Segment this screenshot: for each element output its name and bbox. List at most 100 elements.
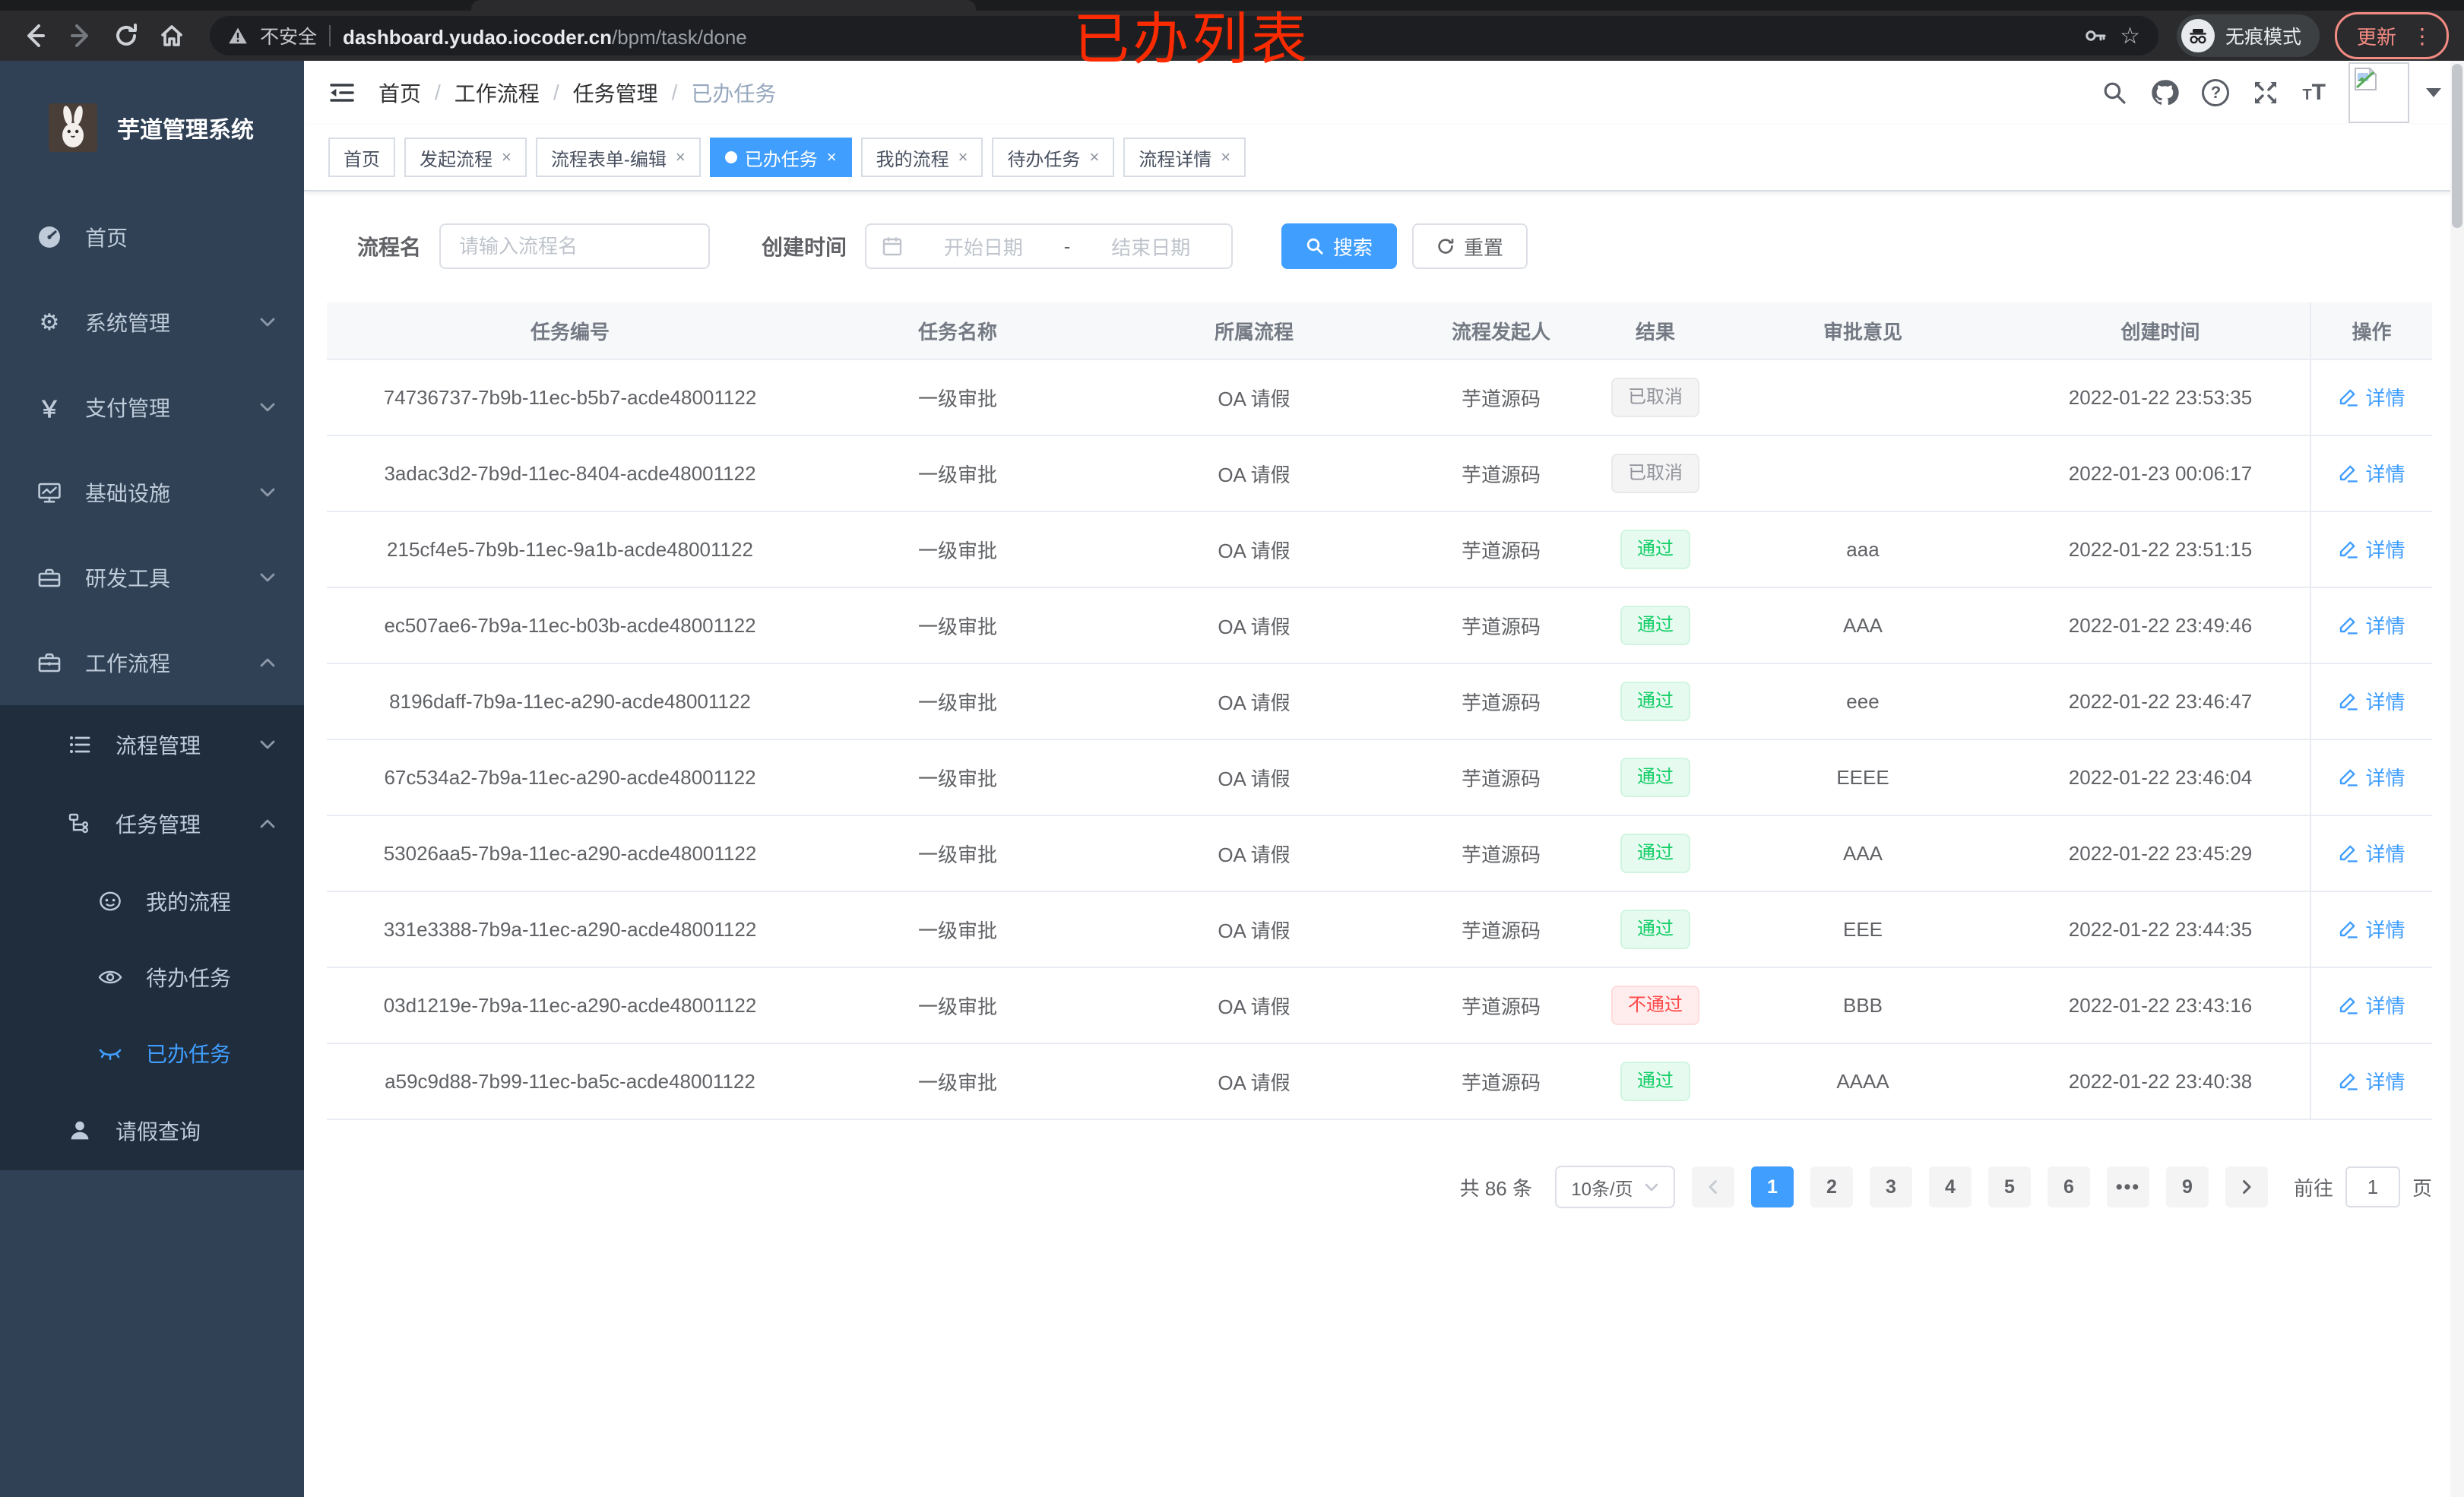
sidebar-item-workflow[interactable]: 工作流程 [0, 620, 304, 705]
end-date-placeholder[interactable]: 结束日期 [1085, 233, 1216, 261]
github-icon[interactable] [2150, 78, 2180, 107]
page-button-2[interactable]: 2 [1810, 1166, 1853, 1207]
page-button-4[interactable]: 4 [1928, 1166, 1972, 1207]
process-name-label: 流程名 [357, 236, 422, 259]
page-size-select[interactable]: 10条/页 [1554, 1166, 1675, 1208]
font-size-icon[interactable]: TT [2302, 80, 2326, 106]
detail-link[interactable]: 详情 [2338, 383, 2405, 411]
bookmark-star-icon[interactable]: ☆ [2120, 23, 2140, 49]
table-row: 74736737-7b9b-11ec-b5b7-acde48001122 一级审… [327, 359, 2432, 436]
sidebar-item-done-tasks[interactable]: 已办任务 [0, 1015, 304, 1091]
tab-todo-tasks[interactable]: 待办任务 × [992, 138, 1115, 177]
sidebar-item-my-process[interactable]: 我的流程 [0, 863, 304, 939]
sidebar-item-todo-tasks[interactable]: 待办任务 [0, 939, 304, 1015]
sidebar-item-process-mgmt[interactable]: 流程管理 [0, 705, 304, 784]
key-icon[interactable] [2083, 24, 2108, 48]
tab-home[interactable]: 首页 [328, 138, 395, 177]
close-icon[interactable]: × [1089, 147, 1099, 167]
chevron-down-icon [258, 398, 277, 416]
sidebar-item-label: 研发工具 [85, 567, 171, 590]
search-button[interactable]: 搜索 [1281, 223, 1398, 269]
detail-link[interactable]: 详情 [2338, 839, 2405, 867]
detail-link[interactable]: 详情 [2338, 915, 2405, 943]
avatar-caret-icon[interactable] [2426, 88, 2441, 97]
cell-process: OA 请假 [1102, 663, 1406, 740]
update-label[interactable]: 更新 [2357, 22, 2396, 50]
sidebar-item-label: 首页 [85, 226, 128, 250]
cell-create-time: 2022-01-22 23:46:04 [2011, 739, 2310, 816]
help-icon[interactable]: ? [2202, 79, 2230, 106]
scrollbar-thumb[interactable] [2452, 64, 2462, 228]
start-date-placeholder[interactable]: 开始日期 [918, 233, 1049, 261]
cell-task-name: 一级审批 [813, 815, 1102, 892]
sidebar-item-payment[interactable]: ￥ 支付管理 [0, 365, 304, 450]
breadcrumb-item-workflow[interactable]: 工作流程 [454, 78, 540, 108]
page-scrollbar[interactable] [2450, 61, 2464, 1497]
back-icon[interactable] [15, 16, 55, 55]
detail-link[interactable]: 详情 [2338, 611, 2405, 639]
toolbox-icon [36, 565, 62, 590]
page-button-1[interactable]: 1 [1750, 1166, 1794, 1207]
tab-start-process[interactable]: 发起流程 × [404, 138, 527, 177]
status-badge: 通过 [1620, 530, 1690, 569]
avatar[interactable] [2348, 62, 2409, 123]
sidebar-collapse-icon[interactable] [327, 78, 357, 108]
next-page-button[interactable] [2225, 1166, 2268, 1207]
url-path[interactable]: /bpm/task/done [612, 26, 747, 49]
date-range-picker[interactable]: 开始日期 - 结束日期 [865, 223, 1234, 269]
detail-link[interactable]: 详情 [2338, 991, 2405, 1019]
detail-link[interactable]: 详情 [2338, 687, 2405, 715]
security-label[interactable]: 不安全 [260, 22, 317, 49]
sidebar-item-infrastructure[interactable]: 基础设施 [0, 450, 304, 535]
page-button-5[interactable]: 5 [1987, 1166, 2031, 1207]
sidebar-item-home[interactable]: 首页 [0, 195, 304, 280]
flow-tree-icon [67, 811, 93, 837]
close-icon[interactable]: × [502, 147, 511, 167]
browser-active-tab[interactable] [471, 0, 976, 11]
page-button-6[interactable]: 6 [2047, 1166, 2090, 1207]
fullscreen-icon[interactable] [2252, 79, 2279, 106]
page-button-9[interactable]: 9 [2165, 1166, 2209, 1207]
url-host[interactable]: dashboard.yudao.iocoder.cn [343, 26, 612, 49]
browser-menu-icon[interactable]: ⋮ [2412, 24, 2433, 49]
process-name-input[interactable] [439, 223, 711, 269]
forward-icon[interactable] [61, 16, 100, 55]
goto-page-input[interactable] [2345, 1166, 2400, 1207]
sidebar-logo-row[interactable]: 芋道管理系统 [0, 61, 304, 195]
close-icon[interactable]: × [958, 147, 968, 167]
breadcrumb-item-task-mgmt[interactable]: 任务管理 [573, 78, 658, 108]
breadcrumb-item-home[interactable]: 首页 [378, 78, 421, 108]
reload-icon[interactable] [106, 16, 146, 55]
detail-link[interactable]: 详情 [2338, 1067, 2405, 1095]
sidebar-item-task-mgmt[interactable]: 任务管理 [0, 784, 304, 863]
detail-link[interactable]: 详情 [2338, 763, 2405, 791]
range-separator: - [1063, 234, 1071, 258]
cell-task-id: 53026aa5-7b9a-11ec-a290-acde48001122 [327, 815, 813, 892]
search-icon[interactable] [2101, 80, 2127, 106]
close-icon[interactable]: × [676, 147, 686, 167]
detail-link[interactable]: 详情 [2338, 459, 2405, 487]
tab-process-detail[interactable]: 流程详情 × [1123, 138, 1246, 177]
browser-update-button[interactable]: 更新 ⋮ [2334, 12, 2449, 59]
tab-process-form-edit[interactable]: 流程表单-编辑 × [535, 138, 701, 177]
breadcrumb-separator: / [553, 81, 559, 104]
more-pages-button[interactable]: ••• [2106, 1166, 2149, 1207]
detail-link[interactable]: 详情 [2338, 535, 2405, 563]
tab-my-process[interactable]: 我的流程 × [860, 138, 983, 177]
table-row: 03d1219e-7b9a-11ec-a290-acde48001122 一级审… [327, 967, 2432, 1044]
tab-done-tasks[interactable]: 已办任务 × [709, 138, 852, 177]
close-icon[interactable]: × [827, 147, 837, 167]
reset-button[interactable]: 重置 [1412, 223, 1528, 269]
cell-create-time: 2022-01-23 00:06:17 [2011, 435, 2310, 512]
page-content: 流程名 创建时间 开始日期 - 结束日期 搜索 [304, 223, 2464, 1208]
sidebar-item-dev-tools[interactable]: 研发工具 [0, 535, 304, 620]
page-button-3[interactable]: 3 [1869, 1166, 1912, 1207]
sidebar-item-system[interactable]: ⚙ 系统管理 [0, 280, 304, 365]
home-icon[interactable] [152, 16, 192, 55]
prev-page-button[interactable] [1691, 1166, 1734, 1207]
cell-process: OA 请假 [1102, 435, 1406, 512]
close-icon[interactable]: × [1221, 147, 1230, 167]
sidebar-item-leave-query[interactable]: 请假查询 [0, 1091, 304, 1170]
cell-comment: eee [1715, 663, 2011, 740]
tags-view: 首页 发起流程 × 流程表单-编辑 × 已办任务 × 我的流程 × 待办任务 × 流程详情… [304, 125, 2464, 191]
